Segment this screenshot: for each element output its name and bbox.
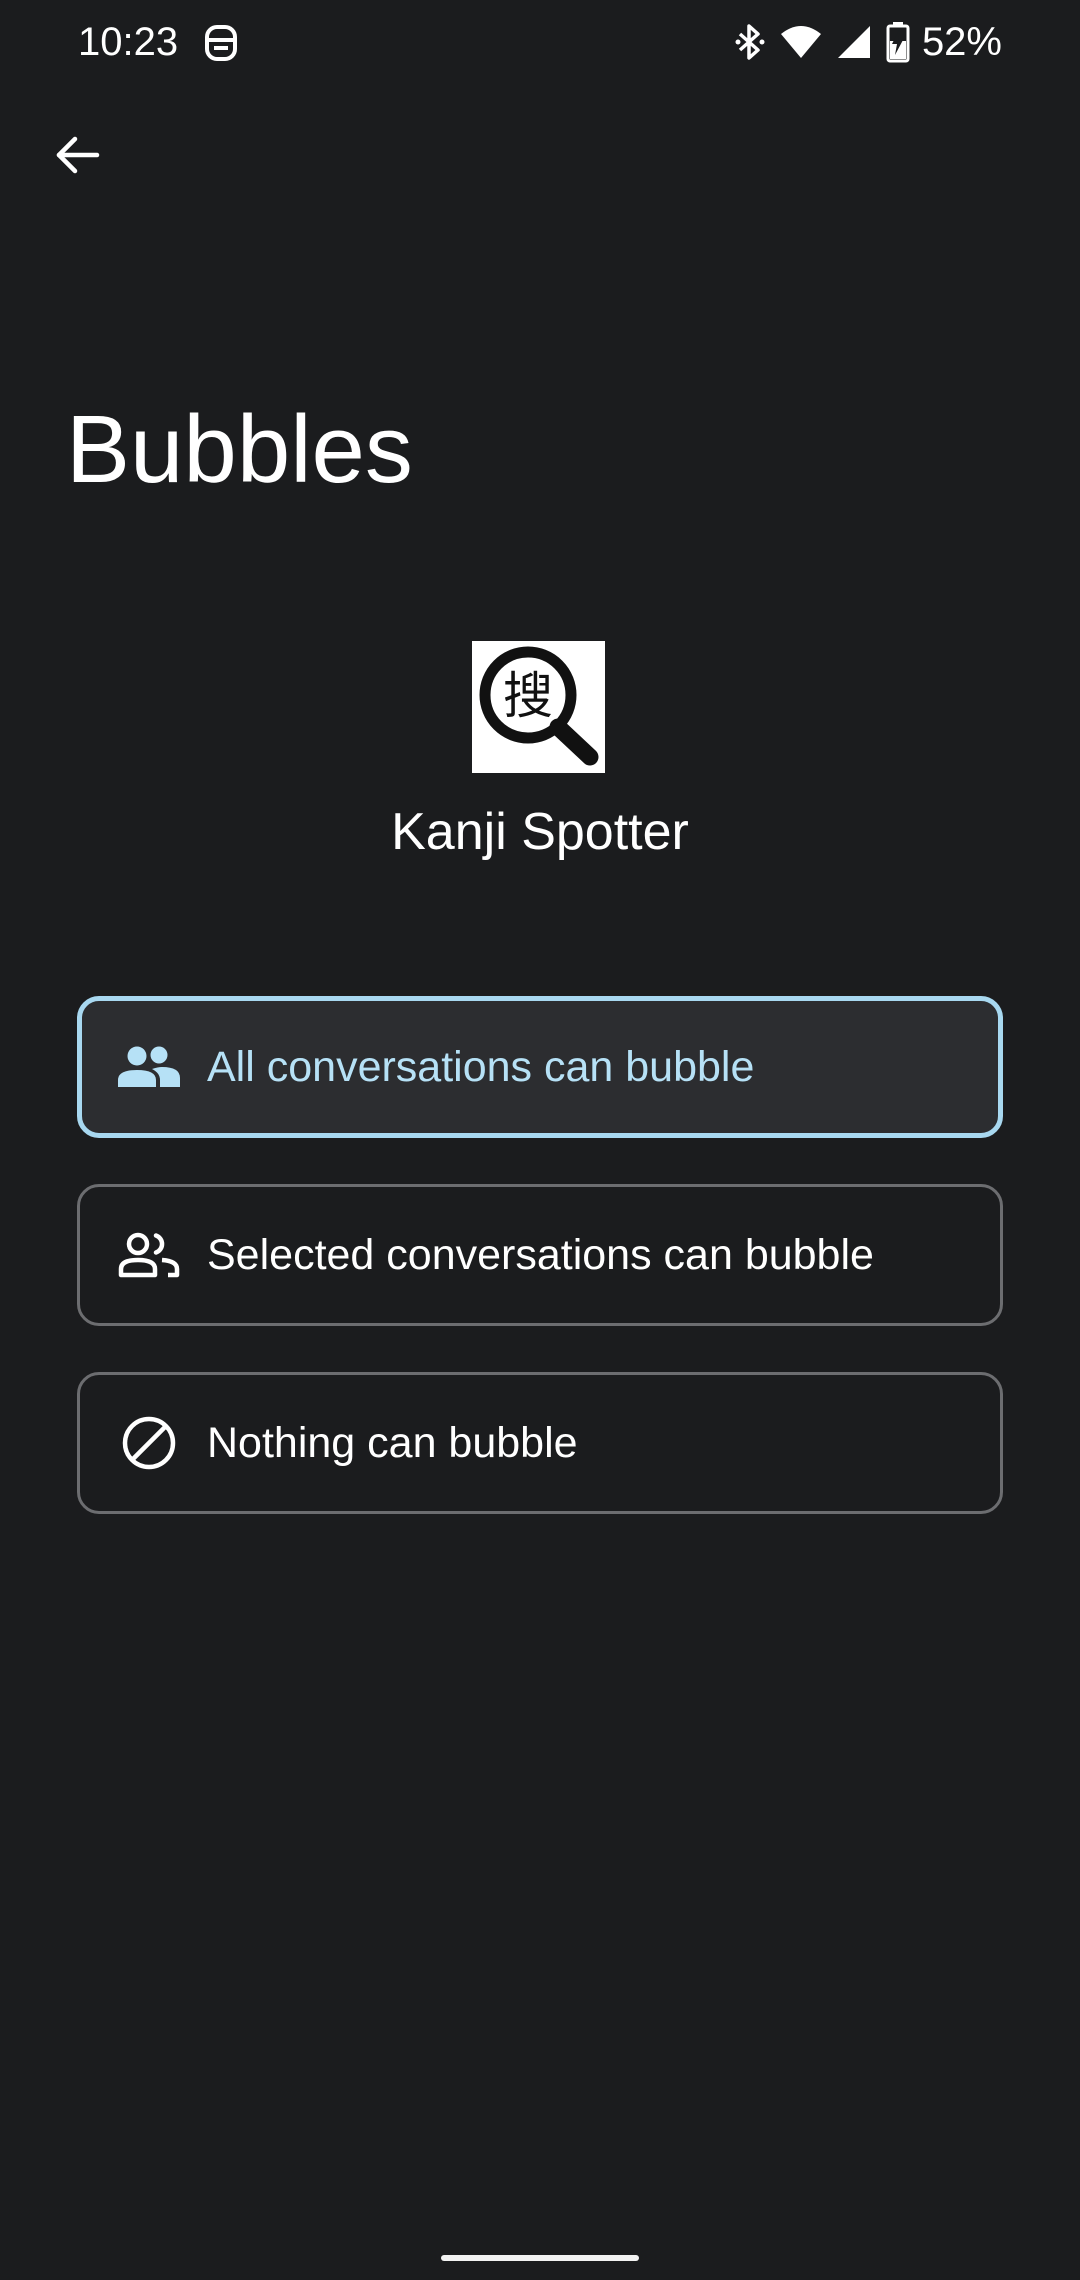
arrow-back-icon — [53, 131, 101, 184]
cellular-signal-icon — [836, 24, 872, 60]
page-title: Bubbles — [66, 396, 413, 503]
option-all-conversations[interactable]: All conversations can bubble — [77, 996, 1003, 1138]
option-label: Nothing can bubble — [207, 1419, 578, 1467]
wifi-icon — [780, 24, 822, 60]
battery-charging-icon — [886, 21, 910, 63]
option-label: All conversations can bubble — [207, 1043, 755, 1091]
back-button[interactable] — [40, 120, 114, 194]
app-icon-glyph: 搜 — [503, 667, 553, 725]
notification-app-icon — [202, 22, 240, 64]
block-icon — [118, 1412, 180, 1474]
bluetooth-icon — [734, 22, 766, 62]
people-filled-icon — [118, 1036, 180, 1098]
status-time: 10:23 — [78, 20, 179, 64]
app-name: Kanji Spotter — [391, 803, 689, 861]
status-bar: 10:23 52% — [0, 0, 1080, 86]
option-selected-conversations[interactable]: Selected conversations can bubble — [77, 1184, 1003, 1326]
status-right-icons: 52% — [734, 18, 1002, 66]
people-outline-icon — [118, 1224, 180, 1286]
magnifier-kanji-icon: 搜 — [472, 641, 605, 773]
option-nothing[interactable]: Nothing can bubble — [77, 1372, 1003, 1514]
battery-percent: 52% — [921, 20, 1002, 64]
home-indicator[interactable] — [441, 2255, 639, 2261]
option-label: Selected conversations can bubble — [207, 1231, 874, 1279]
